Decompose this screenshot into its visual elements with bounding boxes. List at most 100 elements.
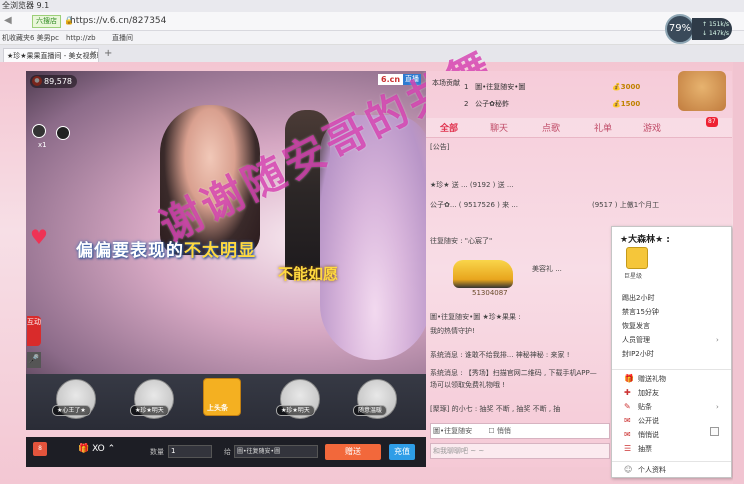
lyric-plain: 偏偏要表现的 [76, 241, 184, 261]
bookmarks-bar: 机收藏夹 6 美男pc http://zb 直播间 [0, 31, 744, 45]
menu-item-unmute[interactable]: 恢复发言 [622, 321, 650, 331]
whisper-icon: ✉ [624, 430, 631, 439]
ranking-row[interactable]: 1 圖•往复随安•圖 💰3000 [464, 79, 642, 96]
chat-target-select[interactable]: 圖•往复随安 ☐ 悄悄 [430, 423, 610, 439]
chat-line: [聚琢] 的小七 : 抽奖 不断 , 抽奖 不断 , 抽 [430, 405, 561, 413]
menu-item-ban-ip[interactable]: 封IP2小时 [622, 349, 654, 359]
whisper-checkbox[interactable] [710, 427, 719, 436]
gift-select-label: XO [92, 444, 105, 454]
download-speed: ↓ 147k/s [702, 30, 730, 37]
add-friend-icon: ✚ [624, 388, 631, 397]
recharge-button[interactable]: 充值 [389, 444, 415, 460]
user-level-icon [626, 247, 648, 269]
host-count: x1 [38, 141, 47, 149]
tab-games[interactable]: 游戏 [643, 121, 661, 134]
window-title: 全浏览器 9.1 [0, 0, 744, 12]
user-level-badge: 巨星级 [624, 273, 643, 280]
private-checkbox[interactable]: ☐ 悄悄 [488, 427, 511, 435]
rank-coins: 💰1500 [612, 100, 641, 108]
page-right-edge [733, 62, 744, 484]
chevron-right-icon: › [716, 336, 719, 344]
heart-icon: ♥ [30, 225, 48, 249]
bookmark-item[interactable]: 机收藏夹 [2, 33, 30, 43]
quantity-field[interactable]: 1 [168, 445, 212, 458]
avatar[interactable] [32, 124, 46, 138]
menu-item-send-gift[interactable]: 赠送礼物 [638, 374, 666, 384]
gift-icon[interactable]: 8 [33, 442, 47, 456]
host-avatars[interactable] [32, 124, 72, 142]
new-tab-icon[interactable]: + [104, 48, 112, 59]
car-badge-image [453, 260, 513, 288]
chevron-right-icon: › [716, 403, 719, 411]
gift-label: ★珍★明天 [276, 405, 315, 416]
bookmark-item[interactable]: 6 美男pc [30, 33, 59, 43]
back-icon[interactable]: ◀ [4, 15, 16, 27]
chat-line: 系统消息 : 谁敢不给我排... 神秘神秘 : 来家 ! [430, 351, 570, 359]
interact-button[interactable]: 互动 [27, 316, 41, 346]
tab-songs[interactable]: 点歌 [542, 121, 560, 134]
upload-speed: ↑ 151k/s [702, 21, 730, 28]
menu-item-public-chat[interactable]: 公开说 [638, 416, 659, 426]
speed-gauge[interactable]: 79% [665, 14, 695, 44]
bookmark-item[interactable]: http://zb [66, 33, 96, 43]
gift-icon: 🎁 [624, 374, 634, 383]
close-icon[interactable]: ✕ [90, 49, 97, 58]
mic-icon[interactable]: 🎤 [27, 352, 41, 368]
chat-input[interactable]: 和我聊聊吧 ~ ~ [430, 443, 610, 459]
menu-item-ticket[interactable]: 抽票 [638, 444, 652, 454]
avatar[interactable] [56, 126, 70, 140]
gift-label: 上头条 [207, 404, 228, 412]
menu-divider [612, 369, 731, 370]
chat-line: ★珍★ 送 ... (9192 ) 送 ... [430, 181, 514, 189]
url-field[interactable]: https://v.6.cn/827354 [70, 15, 166, 28]
rank-name: 公子✿秘鈼 [475, 100, 510, 108]
browser-tab[interactable]: ★珍★果果直播间 - 美女视频聊 [3, 48, 99, 62]
anchor-badge-image[interactable] [678, 71, 726, 111]
recipient-label: 给 [224, 448, 231, 456]
chevron-up-icon: ⌃ [107, 444, 116, 454]
gift-label: ★心王了★ [52, 405, 91, 416]
menu-divider [612, 461, 731, 462]
gift-label: ★珍★明天 [130, 405, 169, 416]
chat-line: 系统消息 : 【秀场】扫描官网二维码 , 下载手机APP— [430, 369, 597, 377]
ranking-row[interactable]: 2 公子✿秘鈼 💰1500 [464, 96, 642, 113]
tab-chat[interactable]: 聊天 [490, 121, 508, 134]
rank-coins: 💰3000 [612, 83, 641, 91]
ranking-label: 本场贡献 [432, 79, 460, 87]
lyric-line-1: 偏偏要表现的不太明显 [76, 236, 256, 261]
gift-label: 随意温暖 [353, 405, 388, 416]
chat-line: 圖•往复随安•圖 ★珍★果果 : [430, 313, 521, 321]
menu-item-profile[interactable]: 个人资料 [638, 465, 666, 475]
recipient-select[interactable]: 圖•往复随安•圖 [234, 445, 318, 458]
menu-item-mute[interactable]: 禁言15分钟 [622, 307, 659, 317]
menu-item-sticker[interactable]: 贴条 [638, 402, 652, 412]
chat-tabs [426, 118, 732, 138]
rank-name: 圖•往复随安•圖 [475, 83, 526, 91]
chat-line: 场可以领取免费礼物哦 ! [430, 381, 506, 389]
context-menu-title: ★大森林★ : [620, 235, 670, 245]
chat-icon: ✉ [624, 416, 631, 425]
car-number: 51304087 [472, 289, 508, 297]
menu-item-kick[interactable]: 踢出2小时 [622, 293, 654, 303]
chat-line: 公子✿... ( 9517526 ) 来 ... [430, 201, 518, 209]
rank-number: 1 [464, 83, 469, 91]
send-gift-button[interactable]: 赠送 [325, 444, 381, 460]
menu-item-manage[interactable]: 人员管理 [622, 335, 650, 345]
network-speed: ↑ 151k/s ↓ 147k/s [692, 18, 732, 40]
chat-line: 往复随安 : "心宸了" [430, 237, 493, 245]
tab-gifts[interactable]: 礼单 [594, 121, 612, 134]
chat-line: (9517 ) 上傲1个月工 [592, 201, 660, 209]
security-badge[interactable]: 六搜店 [32, 15, 61, 28]
menu-item-add-friend[interactable]: 加好友 [638, 388, 659, 398]
menu-item-whisper[interactable]: 悄悄说 [638, 430, 659, 440]
notification-badge: 87 [706, 117, 718, 127]
bookmark-item[interactable]: 直播间 [112, 33, 133, 43]
rank-number: 2 [464, 100, 469, 108]
gift-box-icon: 🎁 [78, 444, 90, 454]
contribution-ranking: 本场贡献 1 圖•往复随安•圖 💰3000 2 公子✿秘鈼 💰1500 [432, 75, 642, 115]
lyric-line-2: 不能如愿 [278, 265, 339, 283]
ticket-icon: ☰ [624, 444, 632, 453]
gift-select-button[interactable]: 🎁 XO ⌃ [78, 444, 115, 454]
quantity-label: 数量 [150, 448, 164, 456]
tab-all[interactable]: 全部 [440, 121, 458, 134]
